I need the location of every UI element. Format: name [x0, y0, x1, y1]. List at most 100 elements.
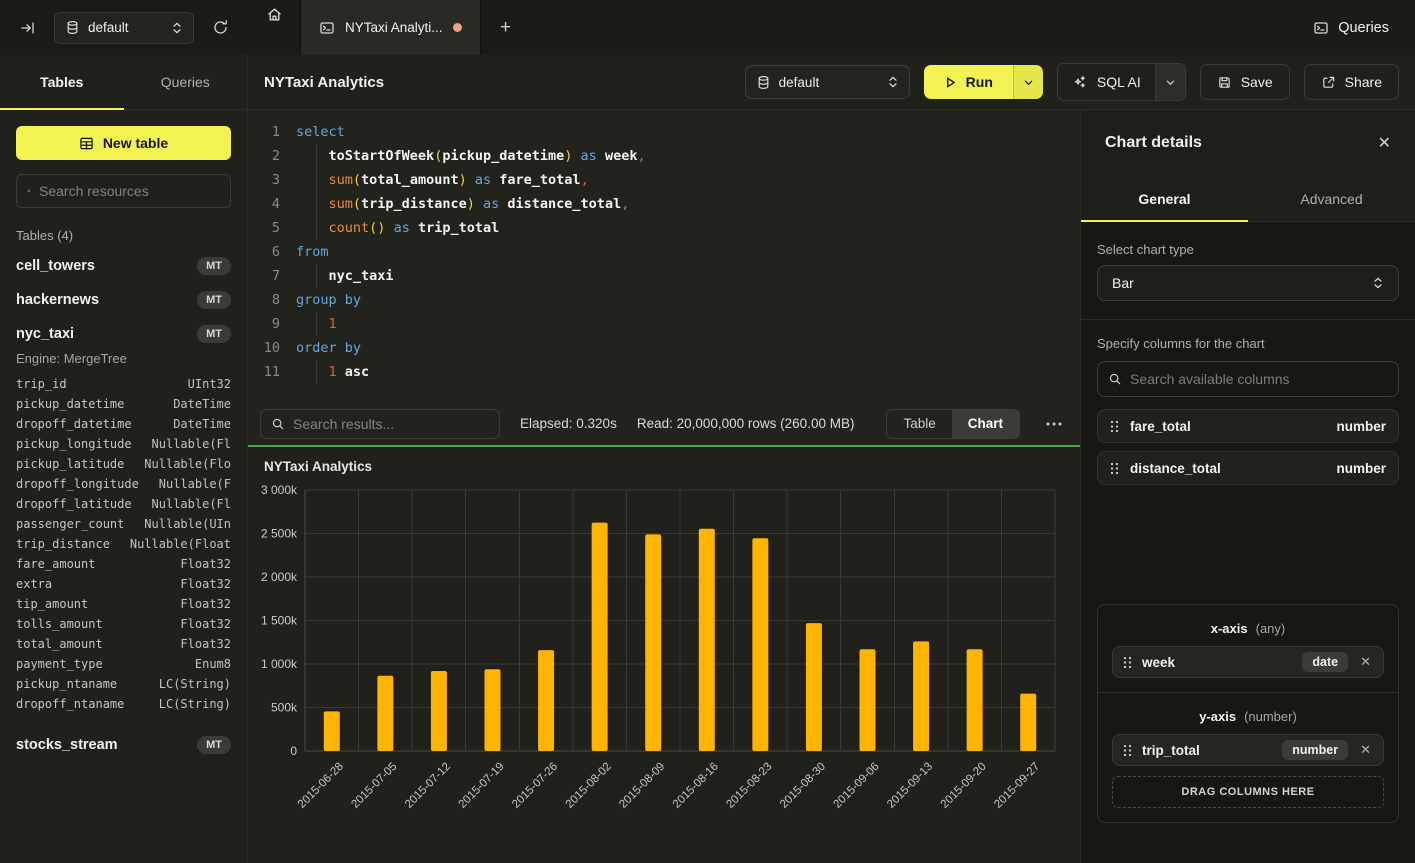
drop-zone[interactable]: DRAG COLUMNS HERE: [1112, 776, 1384, 808]
column-row: dropoff_ntanameLC(String): [16, 694, 231, 714]
drag-handle-icon[interactable]: [1123, 744, 1132, 757]
sql-ai-options-button[interactable]: [1155, 64, 1185, 100]
axis-chip-type-badge: number: [1282, 740, 1348, 760]
view-toggle-chart[interactable]: Chart: [952, 410, 1019, 438]
x-tick-label: 2015-09-27: [992, 761, 1042, 811]
tab-title: NYTaxi Analyti...: [345, 20, 443, 35]
document-title: NYTaxi Analytics: [264, 74, 384, 91]
column-type: Float32: [180, 617, 231, 631]
available-column-chip[interactable]: distance_totalnumber: [1097, 451, 1399, 485]
header-database-selector[interactable]: default: [745, 65, 910, 99]
panel-tab-advanced[interactable]: Advanced: [1248, 176, 1415, 221]
panel-tab-general[interactable]: General: [1081, 176, 1248, 221]
sidebar-tab-queries[interactable]: Queries: [124, 55, 248, 109]
resource-search-input[interactable]: [39, 183, 220, 199]
share-button[interactable]: Share: [1304, 64, 1399, 100]
chart-type-select[interactable]: Bar: [1097, 265, 1399, 301]
drag-handle-icon[interactable]: [1123, 656, 1132, 669]
tab-nytaxi-analytics[interactable]: NYTaxi Analyti...: [300, 0, 481, 55]
drag-handle-icon[interactable]: [1110, 462, 1119, 475]
column-type: LC(String): [159, 677, 231, 691]
column-type: DateTime: [173, 397, 231, 411]
column-name: pickup_longitude: [16, 437, 132, 451]
column-name: trip_distance: [16, 537, 110, 551]
x-tick-label: 2015-09-20: [939, 761, 989, 811]
run-button[interactable]: Run: [924, 65, 1013, 99]
line-number: 6: [260, 240, 280, 264]
view-toggle-table[interactable]: Table: [887, 410, 951, 438]
x-tick-label: 2015-07-19: [457, 761, 507, 811]
database-selector[interactable]: default: [54, 12, 194, 44]
columns-search-input[interactable]: [1130, 371, 1388, 387]
bar: [645, 534, 661, 751]
share-icon: [1321, 75, 1336, 90]
new-table-button[interactable]: New table: [16, 126, 231, 160]
code-line: 1select: [260, 120, 1080, 144]
columns-search: [1097, 361, 1399, 397]
sidebar-tabs: Tables Queries: [0, 55, 247, 110]
sql-ai-label: SQL AI: [1097, 74, 1141, 90]
code-line: 4 sum(trip_distance) as distance_total,: [260, 192, 1080, 216]
queries-button[interactable]: Queries: [1313, 20, 1389, 36]
search-icon: [271, 417, 285, 431]
collapse-sidebar-button[interactable]: [14, 14, 42, 42]
results-search: [260, 409, 500, 439]
table-row[interactable]: hackernewsMT: [16, 283, 231, 317]
chart-type-value: Bar: [1112, 275, 1134, 291]
code-line: 6from: [260, 240, 1080, 264]
column-type: Enum8: [195, 657, 231, 671]
sql-ai-button[interactable]: SQL AI: [1058, 64, 1155, 100]
table-row[interactable]: nyc_taxiMT: [16, 317, 231, 351]
x-axis-label: x-axis: [1211, 621, 1248, 636]
close-panel-button[interactable]: ✕: [1378, 133, 1391, 153]
sql-editor[interactable]: 1select2 toStartOfWeek(pickup_datetime) …: [248, 110, 1080, 402]
column-name: trip_id: [16, 377, 67, 391]
remove-chip-button[interactable]: ✕: [1358, 742, 1373, 758]
remove-chip-button[interactable]: ✕: [1358, 654, 1373, 670]
bar: [752, 538, 768, 751]
table-row[interactable]: cell_towersMT: [16, 249, 231, 283]
results-search-input[interactable]: [293, 416, 489, 432]
home-button[interactable]: [248, 0, 300, 28]
x-axis-chip[interactable]: weekdate✕: [1112, 646, 1384, 678]
x-tick-label: 2015-08-16: [671, 761, 721, 811]
bar: [913, 641, 929, 751]
x-tick-label: 2015-07-05: [349, 761, 399, 811]
results-chart-area: NYTaxi Analytics 0500k1 000k1 500k2 000k…: [248, 447, 1080, 863]
column-row: dropoff_longitudeNullable(F: [16, 474, 231, 494]
queries-icon: [1313, 20, 1329, 36]
code-line: 3 sum(total_amount) as fare_total,: [260, 168, 1080, 192]
y-tick-label: 0: [290, 744, 297, 758]
save-button[interactable]: Save: [1200, 64, 1290, 100]
bar: [699, 529, 715, 751]
refresh-button[interactable]: [206, 14, 234, 42]
app: default NYTaxi Analyti... + Queries: [0, 0, 1415, 863]
axis-chip-name: trip_total: [1142, 743, 1200, 758]
drag-handle-icon[interactable]: [1110, 420, 1119, 433]
console-icon: [319, 20, 335, 36]
line-number: 5: [260, 216, 280, 240]
x-tick-label: 2015-07-26: [510, 761, 560, 811]
chevron-down-icon: [1165, 77, 1176, 88]
available-column-chip[interactable]: fare_totalnumber: [1097, 409, 1399, 443]
bar: [592, 523, 608, 751]
table-row[interactable]: stocks_streamMT: [16, 728, 231, 762]
unsaved-dot: [453, 23, 462, 32]
sidebar: Tables Queries New table Tables (4) cell…: [0, 55, 248, 863]
x-tick-label: 2015-08-23: [724, 761, 774, 811]
x-axis-section: x-axis (any) weekdate✕: [1098, 605, 1398, 692]
column-row: tip_amountFloat32: [16, 594, 231, 614]
sidebar-tab-tables[interactable]: Tables: [0, 55, 124, 109]
updown-chevron-icon: [887, 75, 899, 89]
line-number: 3: [260, 168, 280, 192]
refresh-icon: [212, 19, 229, 36]
new-tab-button[interactable]: +: [481, 0, 531, 55]
more-options-button[interactable]: [1040, 422, 1068, 426]
y-tick-label: 3 000k: [261, 483, 298, 497]
column-chip-name: fare_total: [1130, 419, 1191, 434]
y-axis-chip[interactable]: trip_total number ✕: [1112, 734, 1384, 766]
y-axis-hint: (number): [1244, 709, 1297, 724]
column-name: dropoff_longitude: [16, 477, 139, 491]
table-name: hackernews: [16, 292, 99, 308]
run-options-button[interactable]: [1013, 65, 1043, 99]
